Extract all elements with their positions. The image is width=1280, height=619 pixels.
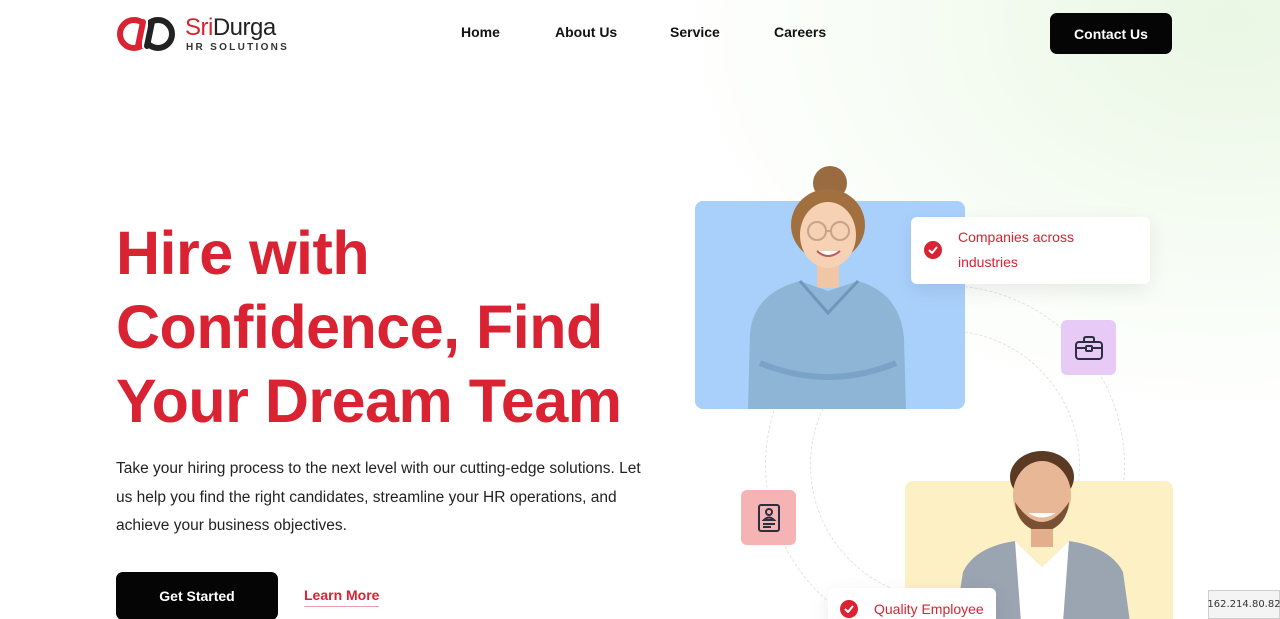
badge-quality-employee: Quality Employee — [828, 588, 996, 619]
get-started-button[interactable]: Get Started — [116, 572, 278, 619]
ip-address-label: 162.214.80.82 — [1207, 590, 1280, 619]
nav-careers[interactable]: Careers — [774, 24, 826, 40]
resume-tile — [741, 490, 796, 545]
badge-companies: Companies across industries — [911, 217, 1150, 284]
badge-quality-text: Quality Employee — [874, 601, 984, 617]
brand-subtitle: HR SOLUTIONS — [186, 42, 290, 53]
briefcase-icon — [1074, 335, 1103, 360]
briefcase-tile — [1061, 320, 1116, 375]
hero-title: Hire with Confidence, Find Your Dream Te… — [116, 219, 622, 435]
brand-name: SriDurga — [185, 14, 276, 41]
resume-icon — [757, 503, 780, 532]
learn-more-link[interactable]: Learn More — [304, 587, 380, 607]
nav-about-us[interactable]: About Us — [555, 24, 617, 40]
nav-service[interactable]: Service — [670, 24, 720, 40]
logo-mark-icon — [117, 17, 175, 51]
check-icon — [840, 600, 858, 618]
check-icon — [924, 241, 942, 259]
nav-home[interactable]: Home — [461, 24, 500, 40]
contact-us-button[interactable]: Contact Us — [1050, 13, 1172, 54]
woman-portrait-image — [748, 166, 906, 409]
brand-logo[interactable]: SriDurga HR SOLUTIONS — [116, 14, 296, 54]
hero-description: Take your hiring process to the next lev… — [116, 460, 641, 534]
badge-companies-text: Companies across industries — [958, 229, 1074, 270]
